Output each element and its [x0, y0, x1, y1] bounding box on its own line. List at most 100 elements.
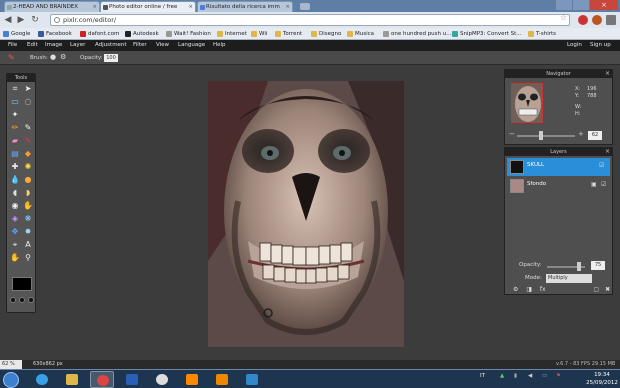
close-tab-icon[interactable]: × — [92, 2, 97, 12]
bookmark-facebook[interactable]: Facebook — [38, 29, 72, 39]
opacity-input[interactable]: 100 — [104, 54, 118, 62]
clone-tool-icon[interactable]: ✚ — [10, 162, 20, 172]
dodge-tool-icon[interactable]: ◗ — [23, 188, 33, 198]
taskbar-explorer[interactable] — [60, 371, 84, 388]
zoom-input[interactable]: 62 — [588, 131, 602, 140]
taskbar-vlc[interactable] — [180, 371, 204, 388]
red-eye-tool-icon[interactable]: ◉ — [10, 201, 20, 211]
hand-tool-icon[interactable]: ✋ — [10, 253, 20, 263]
back-icon[interactable]: ◀ — [3, 15, 13, 25]
layer-styles-icon[interactable]: fx — [540, 286, 546, 293]
brush-settings-icon[interactable]: ⚙ — [60, 53, 66, 61]
pencil-tool-icon[interactable]: ✏ — [10, 123, 20, 133]
tab-search-results[interactable]: Risultato della ricerca imm × — [197, 1, 293, 12]
layer-mask-icon[interactable]: ◨ — [526, 286, 532, 293]
zoom-slider-handle[interactable] — [539, 131, 543, 140]
sponge-tool-icon[interactable]: ● — [23, 175, 33, 185]
close-tab-icon[interactable]: × — [188, 2, 193, 12]
forward-icon[interactable]: ▶ — [16, 15, 26, 25]
crop-tool-icon[interactable]: ⌗ — [10, 84, 20, 94]
zoom-tool-icon[interactable]: ⚲ — [23, 253, 33, 263]
menu-filter[interactable]: Filter — [133, 40, 147, 51]
layer-visibility-checkbox-icon[interactable]: ☑ — [601, 181, 609, 189]
menu-language[interactable]: Language — [178, 40, 205, 51]
bookmark-autodesk[interactable]: Autodesk — [125, 29, 159, 39]
image-canvas[interactable] — [208, 81, 404, 347]
blend-mode-select[interactable]: Multiply — [546, 274, 592, 283]
system-clock[interactable]: 19:34 25/09/2012 — [586, 371, 618, 387]
bookmark-disegno[interactable]: Disegno — [311, 29, 341, 39]
layer-row-sfondo[interactable]: Sfondo ▣ ☑ — [507, 177, 610, 195]
smudge-tool-icon[interactable]: ✋ — [23, 201, 33, 211]
brush-tool-icon[interactable]: ✎ — [23, 123, 33, 133]
network-icon[interactable]: ▮ — [514, 373, 517, 379]
login-link[interactable]: Login — [567, 40, 582, 51]
close-panel-icon[interactable]: × — [605, 70, 610, 77]
minimize-button[interactable] — [556, 0, 572, 10]
taskbar-camera[interactable] — [240, 371, 264, 388]
menu-view[interactable]: View — [156, 40, 169, 51]
signup-link[interactable]: Sign up — [590, 40, 611, 51]
burn-tool-icon[interactable]: ◖ — [10, 188, 20, 198]
bookmark-push-ups[interactable]: one hundred push u... — [383, 29, 452, 39]
spot-heal-tool-icon[interactable]: ✺ — [23, 162, 33, 172]
gradient-tool-icon[interactable]: ▤ — [10, 149, 20, 159]
eye-tool-icon[interactable]: ◈ — [10, 214, 20, 224]
taskbar-word[interactable] — [120, 371, 144, 388]
taskbar-app[interactable] — [150, 371, 174, 388]
close-window-button[interactable]: × — [590, 0, 618, 10]
layer-settings-icon[interactable]: ⚙ — [513, 286, 518, 293]
layer-visibility-checkbox-icon[interactable]: ☑ — [599, 162, 607, 170]
zoom-in-icon[interactable]: + — [578, 130, 584, 138]
close-panel-icon[interactable]: × — [605, 148, 610, 155]
new-tab-button[interactable] — [300, 3, 310, 10]
start-button[interactable] — [3, 372, 19, 388]
foreground-color-swatch[interactable] — [12, 277, 32, 291]
menu-image[interactable]: Image — [45, 40, 62, 51]
move-tool-icon[interactable]: ➤ — [23, 84, 33, 94]
menu-help[interactable]: Help — [213, 40, 226, 51]
extension-icon[interactable] — [592, 15, 602, 25]
bookmark-google[interactable]: Google — [3, 29, 30, 39]
bookmark-dafont[interactable]: dafont.com — [80, 29, 119, 39]
taskbar-ie[interactable] — [30, 371, 54, 388]
tray-icon[interactable]: ▲ — [500, 373, 504, 379]
bookmark-torrent[interactable]: Torrent — [275, 29, 302, 39]
wrench-menu-icon[interactable] — [606, 15, 616, 25]
delete-layer-icon[interactable]: ✖ — [605, 286, 610, 293]
bookmark-star-icon[interactable]: ☆ — [560, 13, 567, 22]
menu-edit[interactable]: Edit — [27, 40, 38, 51]
bloat-tool-icon[interactable]: ❋ — [23, 214, 33, 224]
lasso-tool-icon[interactable]: ◌ — [23, 97, 33, 107]
language-indicator[interactable]: IT — [480, 373, 485, 379]
color-replace-tool-icon[interactable]: ✎ — [23, 136, 33, 146]
tab-braindex[interactable]: 2-HEAD AND BRAINDEX × — [4, 1, 100, 12]
maximize-button[interactable] — [573, 0, 589, 10]
navigator-thumbnail[interactable] — [511, 83, 543, 123]
status-zoom-field[interactable]: 62 % — [0, 360, 22, 369]
layer-row-skull[interactable]: SKULL ☑ — [507, 158, 610, 176]
close-tab-icon[interactable]: × — [285, 2, 290, 12]
taskbar-media[interactable] — [210, 371, 234, 388]
background-color-swatch[interactable] — [28, 297, 34, 303]
address-bar[interactable]: pixlr.com/editor/ — [50, 14, 570, 26]
bookmark-tshirts[interactable]: T-shirts — [528, 29, 556, 39]
swap-colors-icon[interactable] — [10, 297, 16, 303]
reload-icon[interactable]: ↻ — [30, 15, 40, 25]
tab-pixlr[interactable]: Photo editor online / free × — [100, 1, 196, 12]
bookmark-snipmp3[interactable]: SnipMP3: Convert St... — [452, 29, 522, 39]
brush-picker-icon[interactable]: ● — [50, 53, 56, 61]
volume-icon[interactable]: ◀ — [528, 373, 532, 379]
default-colors-icon[interactable] — [19, 297, 25, 303]
layer-opacity-handle[interactable] — [577, 262, 581, 271]
wand-tool-icon[interactable]: ✦ — [10, 110, 20, 120]
bookmark-wait-fashion[interactable]: Wait! Fashion — [166, 29, 211, 39]
menu-adjustment[interactable]: Adjustment — [95, 40, 127, 51]
new-layer-icon[interactable]: ▢ — [594, 286, 600, 293]
menu-file[interactable]: File — [8, 40, 17, 51]
eraser-tool-icon[interactable]: ▰ — [10, 136, 20, 146]
layer-opacity-input[interactable]: 75 — [591, 261, 605, 270]
bucket-tool-icon[interactable]: ◆ — [23, 149, 33, 159]
pinch-tool-icon[interactable]: ✥ — [10, 227, 20, 237]
sharpen-tool-icon[interactable]: ✸ — [23, 227, 33, 237]
